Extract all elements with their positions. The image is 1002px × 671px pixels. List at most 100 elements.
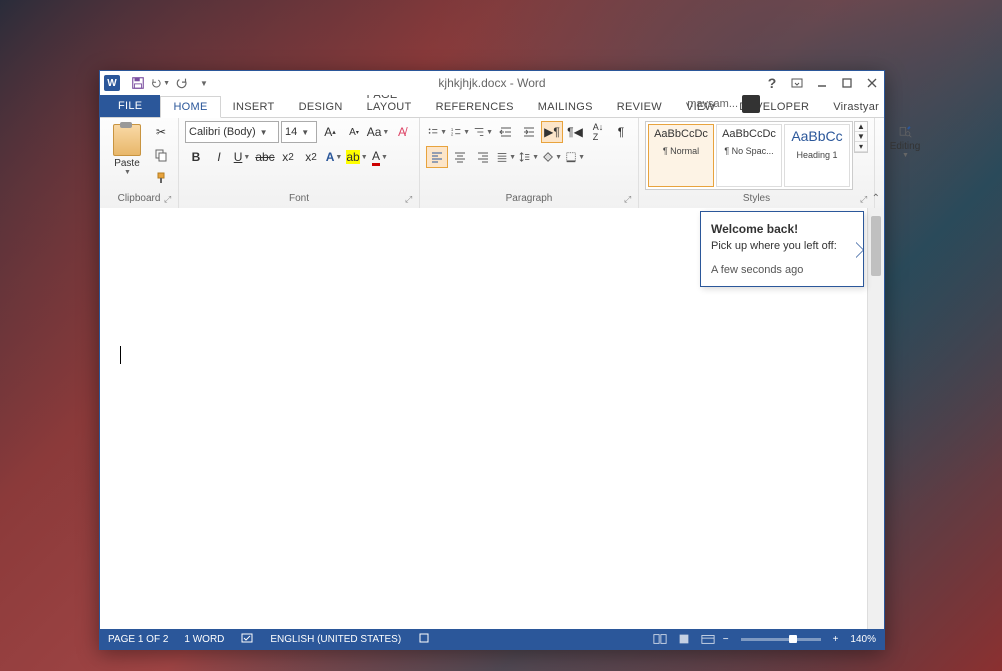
- group-clipboard: Paste ▼ ✂ Clipboard ⤢: [100, 118, 179, 208]
- style-no-spacing[interactable]: AaBbCcDc ¶ No Spac...: [716, 124, 782, 187]
- change-case-button[interactable]: Aa▼: [367, 121, 389, 143]
- maximize-button[interactable]: [835, 73, 859, 93]
- tab-virastyar[interactable]: Virastyar: [821, 97, 891, 117]
- clipboard-launcher[interactable]: ⤢: [164, 194, 176, 206]
- tab-mailings[interactable]: MAILINGS: [526, 97, 605, 117]
- tab-references[interactable]: REFERENCES: [424, 97, 526, 117]
- numbering-button[interactable]: 12▼: [449, 121, 471, 143]
- superscript-button[interactable]: x2: [300, 146, 322, 168]
- qat-customize-button[interactable]: ▼: [194, 74, 214, 92]
- align-right-button[interactable]: [472, 146, 494, 168]
- style-normal[interactable]: AaBbCcDc ¶ Normal: [648, 124, 714, 187]
- clear-formatting-button[interactable]: A̸: [391, 121, 413, 143]
- group-paragraph: ▼ 12▼ ▼ ▶¶ ¶◀ A↓Z ¶ ▼ ▼ ▼ ▼: [420, 118, 639, 208]
- welcome-back-callout[interactable]: Welcome back! Pick up where you left off…: [700, 211, 864, 287]
- svg-text:2: 2: [451, 131, 454, 136]
- tab-review[interactable]: REVIEW: [605, 97, 674, 117]
- paste-label: Paste: [114, 158, 140, 169]
- increase-indent-button[interactable]: [518, 121, 540, 143]
- clipboard-group-label: Clipboard: [106, 193, 172, 206]
- styles-more[interactable]: ▾: [855, 142, 867, 152]
- styles-gallery: AaBbCcDc ¶ Normal AaBbCcDc ¶ No Spac... …: [645, 121, 853, 190]
- paragraph-group-label: Paragraph: [426, 193, 632, 206]
- styles-launcher[interactable]: ⤢: [860, 194, 872, 206]
- help-button[interactable]: ?: [760, 73, 784, 93]
- paste-button[interactable]: Paste ▼: [106, 121, 148, 193]
- align-left-button[interactable]: [426, 146, 448, 168]
- ribbon: Paste ▼ ✂ Clipboard ⤢ Calibri (Body)▼ 14…: [100, 118, 884, 209]
- vertical-scrollbar[interactable]: [867, 208, 884, 629]
- sort-button[interactable]: A↓Z: [587, 121, 609, 143]
- styles-scroll-down[interactable]: ▼: [855, 132, 867, 142]
- paragraph-launcher[interactable]: ⤢: [624, 194, 636, 206]
- undo-button[interactable]: ▼: [150, 74, 170, 92]
- macro-icon[interactable]: [417, 631, 431, 648]
- avatar[interactable]: [742, 95, 760, 113]
- subscript-button[interactable]: x2: [277, 146, 299, 168]
- grow-font-button[interactable]: A▴: [319, 121, 341, 143]
- close-button[interactable]: [860, 73, 884, 93]
- styles-scroll: ▲ ▼ ▾: [854, 121, 868, 153]
- font-name-combo[interactable]: Calibri (Body)▼: [185, 121, 279, 143]
- welcome-timestamp: A few seconds ago: [711, 264, 853, 276]
- zoom-level[interactable]: 140%: [850, 634, 876, 645]
- rtl-direction-button[interactable]: ¶◀: [564, 121, 586, 143]
- minimize-button[interactable]: [810, 73, 834, 93]
- language-status[interactable]: ENGLISH (UNITED STATES): [270, 634, 401, 645]
- justify-button[interactable]: ▼: [495, 146, 517, 168]
- line-spacing-button[interactable]: ▼: [518, 146, 540, 168]
- paste-icon: [113, 124, 141, 156]
- tab-file[interactable]: FILE: [100, 95, 160, 117]
- save-button[interactable]: [128, 74, 148, 92]
- text-cursor: [120, 346, 121, 364]
- tab-home[interactable]: HOME: [160, 96, 220, 118]
- shrink-font-button[interactable]: A▾: [343, 121, 365, 143]
- group-editing: Editing ▼: [875, 118, 935, 208]
- style-heading-1[interactable]: AaBbCc Heading 1: [784, 124, 850, 187]
- font-color-button[interactable]: A▼: [369, 146, 391, 168]
- format-painter-button[interactable]: [150, 167, 172, 189]
- scroll-thumb[interactable]: [871, 216, 881, 276]
- align-center-button[interactable]: [449, 146, 471, 168]
- zoom-slider[interactable]: [741, 638, 821, 641]
- editing-button[interactable]: Editing ▼: [881, 121, 929, 162]
- spelling-icon[interactable]: [240, 631, 254, 648]
- copy-button[interactable]: [150, 144, 172, 166]
- strikethrough-button[interactable]: abc: [254, 146, 276, 168]
- print-layout-button[interactable]: [675, 632, 693, 646]
- shading-button[interactable]: ▼: [541, 146, 563, 168]
- zoom-in-button[interactable]: +: [833, 634, 839, 645]
- styles-scroll-up[interactable]: ▲: [855, 122, 867, 132]
- welcome-subtitle: Pick up where you left off:: [711, 240, 853, 252]
- underline-button[interactable]: U▼: [231, 146, 253, 168]
- word-window: W ▼ ▼ kjhkjhjk.docx - Word ? maysam... F…: [99, 70, 885, 650]
- cut-button[interactable]: ✂: [150, 121, 172, 143]
- font-size-combo[interactable]: 14▼: [281, 121, 317, 143]
- multilevel-list-button[interactable]: ▼: [472, 121, 494, 143]
- font-launcher[interactable]: ⤢: [405, 194, 417, 206]
- show-marks-button[interactable]: ¶: [610, 121, 632, 143]
- page-count[interactable]: PAGE 1 OF 2: [108, 634, 168, 645]
- read-mode-button[interactable]: [651, 632, 669, 646]
- ribbon-tabs: FILE HOME INSERT DESIGN PAGE LAYOUT REFE…: [100, 95, 884, 118]
- bullets-button[interactable]: ▼: [426, 121, 448, 143]
- word-count[interactable]: 1 WORD: [184, 634, 224, 645]
- tab-design[interactable]: DESIGN: [287, 97, 355, 117]
- user-name[interactable]: maysam...: [687, 98, 738, 110]
- ribbon-options-button[interactable]: [785, 73, 809, 93]
- collapse-ribbon-button[interactable]: ⌃: [872, 193, 880, 204]
- zoom-out-button[interactable]: −: [723, 634, 729, 645]
- tab-insert[interactable]: INSERT: [221, 97, 287, 117]
- ltr-direction-button[interactable]: ▶¶: [541, 121, 563, 143]
- redo-button[interactable]: [172, 74, 192, 92]
- borders-button[interactable]: ▼: [564, 146, 586, 168]
- font-group-label: Font: [185, 193, 413, 206]
- bold-button[interactable]: B: [185, 146, 207, 168]
- group-styles: AaBbCcDc ¶ Normal AaBbCcDc ¶ No Spac... …: [639, 118, 875, 208]
- document-area: Welcome back! Pick up where you left off…: [100, 208, 884, 629]
- italic-button[interactable]: I: [208, 146, 230, 168]
- decrease-indent-button[interactable]: [495, 121, 517, 143]
- web-layout-button[interactable]: [699, 632, 717, 646]
- highlight-button[interactable]: ab▼: [346, 146, 368, 168]
- text-effects-button[interactable]: A▼: [323, 146, 345, 168]
